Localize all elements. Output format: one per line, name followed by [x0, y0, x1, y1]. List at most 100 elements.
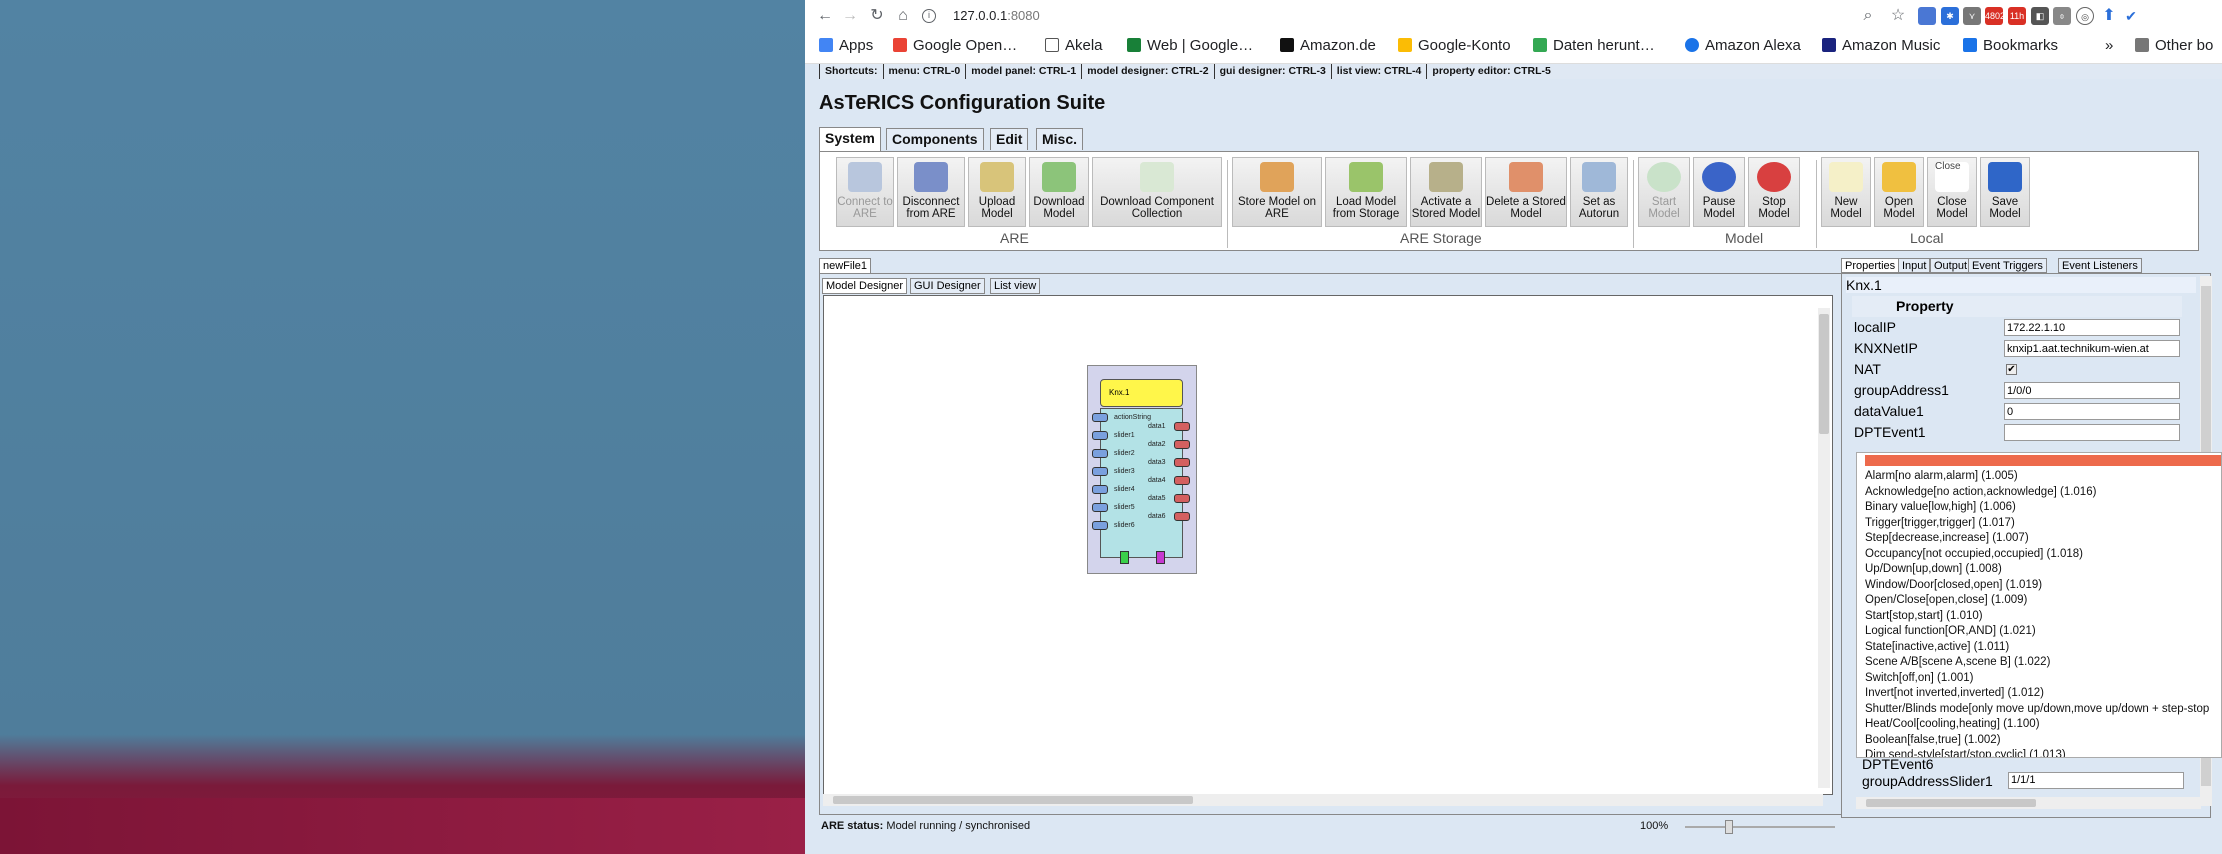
home-icon[interactable]: ⌂: [893, 6, 913, 26]
input-port[interactable]: [1092, 467, 1108, 476]
output-port[interactable]: [1174, 512, 1190, 521]
bookmark-item[interactable]: Amazon.de: [1280, 35, 1376, 57]
tab-event-listeners[interactable]: Event Listeners: [2058, 258, 2142, 273]
connect-button[interactable]: Connect to ARE: [836, 157, 894, 227]
input-port[interactable]: [1092, 413, 1108, 422]
input-port[interactable]: [1092, 503, 1108, 512]
bookmark-item[interactable]: Daten herunt…: [1533, 35, 1655, 57]
dropdown-option[interactable]: Start[stop,start] (1.010): [1865, 609, 2221, 625]
tab-system[interactable]: System: [819, 127, 881, 151]
set-autorun-button[interactable]: Set as Autorun: [1570, 157, 1628, 227]
store-model-button[interactable]: Store Model on ARE: [1232, 157, 1322, 227]
bookmark-item[interactable]: Amazon Alexa: [1685, 35, 1801, 57]
tab-list-view[interactable]: List view: [990, 278, 1041, 294]
load-model-button[interactable]: Load Model from Storage: [1325, 157, 1407, 227]
canvas-vertical-scrollbar[interactable]: [1818, 308, 1830, 788]
output-port[interactable]: [1174, 422, 1190, 431]
dropdown-option[interactable]: Logical function[OR,AND] (1.021): [1865, 624, 2221, 640]
bookmark-folder-other[interactable]: Other bo: [2135, 35, 2213, 57]
nat-checkbox[interactable]: ✔: [2006, 364, 2017, 375]
download-model-button[interactable]: Download Model: [1029, 157, 1089, 227]
event-listener-port-icon[interactable]: [1120, 551, 1129, 564]
tab-output[interactable]: Output: [1930, 258, 1972, 273]
dropdown-option[interactable]: Boolean[false,true] (1.002): [1865, 733, 2221, 749]
close-model-button[interactable]: Close Close Model: [1927, 157, 1977, 227]
dropdown-option[interactable]: Alarm[no alarm,alarm] (1.005): [1865, 469, 2221, 485]
new-model-button[interactable]: New Model: [1821, 157, 1871, 227]
dropdown-option[interactable]: Switch[off,on] (1.001): [1865, 671, 2221, 687]
open-model-button[interactable]: Open Model: [1874, 157, 1924, 227]
component-knx[interactable]: Knx.1 actionString slider1 slider2 slide…: [1087, 365, 1197, 574]
star-icon[interactable]: ☆: [1888, 6, 1908, 26]
property-input[interactable]: 0: [2004, 403, 2180, 420]
disconnect-button[interactable]: Disconnect from ARE: [897, 157, 965, 227]
dropdown-option[interactable]: Shutter/Blinds mode[only move up/down,mo…: [1865, 702, 2221, 718]
bookmarks-overflow-icon[interactable]: »: [2105, 35, 2113, 57]
tab-misc[interactable]: Misc.: [1036, 128, 1084, 150]
extension-icon[interactable]: ⋎: [1963, 7, 1981, 25]
extension-icon[interactable]: ◎: [2076, 7, 2094, 25]
input-port[interactable]: [1092, 485, 1108, 494]
dropdown-option[interactable]: Occupancy[not occupied,occupied] (1.018): [1865, 547, 2221, 563]
zoom-icon[interactable]: ⌕: [1858, 6, 1878, 26]
dropdown-selected-highlight[interactable]: [1865, 455, 2221, 466]
extension-icon[interactable]: ⌽: [2053, 7, 2071, 25]
zoom-slider-track[interactable]: [1685, 826, 1835, 828]
dropdown-option[interactable]: Binary value[low,high] (1.006): [1865, 500, 2221, 516]
save-model-button[interactable]: Save Model: [1980, 157, 2030, 227]
dropdown-option[interactable]: Step[decrease,increase] (1.007): [1865, 531, 2221, 547]
dropdown-option[interactable]: Scene A/B[scene A,scene B] (1.022): [1865, 655, 2221, 671]
extension-icon[interactable]: ✱: [1941, 7, 1959, 25]
extension-icon[interactable]: [1918, 7, 1936, 25]
output-port[interactable]: [1174, 440, 1190, 449]
back-arrow-icon[interactable]: ←: [815, 6, 835, 26]
start-model-button[interactable]: Start Model: [1638, 157, 1690, 227]
output-port[interactable]: [1174, 494, 1190, 503]
canvas-horizontal-scrollbar[interactable]: [823, 794, 1823, 806]
doc-tab-newfile[interactable]: newFile1: [819, 258, 872, 273]
bookmark-item[interactable]: Google-Konto: [1398, 35, 1511, 57]
upload-model-button[interactable]: Upload Model: [968, 157, 1026, 227]
input-port[interactable]: [1092, 449, 1108, 458]
zoom-slider-handle[interactable]: [1725, 820, 1733, 834]
event-trigger-port-icon[interactable]: [1156, 551, 1165, 564]
extension-icon[interactable]: ✔: [2122, 7, 2140, 25]
forward-arrow-icon[interactable]: →: [840, 6, 860, 26]
address-bar[interactable]: 127.0.0.1:8080: [953, 6, 1040, 26]
activate-model-button[interactable]: Activate a Stored Model: [1410, 157, 1482, 227]
model-canvas[interactable]: Knx.1 actionString slider1 slider2 slide…: [823, 295, 1833, 795]
site-info-icon[interactable]: i: [922, 9, 936, 23]
property-input[interactable]: 1/1/1: [2008, 772, 2184, 789]
bookmark-item[interactable]: Bookmarks: [1963, 35, 2058, 57]
dropdown-option[interactable]: Up/Down[up,down] (1.008): [1865, 562, 2221, 578]
gmail-badge-icon[interactable]: 4802: [1985, 7, 2005, 25]
extension-icon[interactable]: ◧: [2031, 7, 2049, 25]
dropdown-option[interactable]: Heat/Cool[cooling,heating] (1.100): [1865, 717, 2221, 733]
properties-horizontal-scrollbar[interactable]: [1856, 797, 2201, 809]
bookmark-item[interactable]: Web | Google…: [1127, 35, 1253, 57]
output-port[interactable]: [1174, 458, 1190, 467]
bookmark-item[interactable]: Amazon Music: [1822, 35, 1940, 57]
bookmark-item[interactable]: Google Open…: [893, 35, 1017, 57]
dpt-dropdown-list[interactable]: Alarm[no alarm,alarm] (1.005) Acknowledg…: [1856, 452, 2222, 758]
pause-model-button[interactable]: Pause Model: [1693, 157, 1745, 227]
extension-icon[interactable]: ⬆: [2100, 7, 2118, 25]
download-collection-button[interactable]: Download Component Collection: [1092, 157, 1222, 227]
dropdown-option[interactable]: Open/Close[open,close] (1.009): [1865, 593, 2221, 609]
property-input[interactable]: 1/0/0: [2004, 382, 2180, 399]
bookmark-item[interactable]: Akela: [1045, 35, 1103, 57]
dropdown-option[interactable]: State[inactive,active] (1.011): [1865, 640, 2221, 656]
tab-gui-designer[interactable]: GUI Designer: [910, 278, 985, 294]
property-input[interactable]: 172.22.1.10: [2004, 319, 2180, 336]
bookmark-apps[interactable]: Apps: [819, 35, 873, 57]
input-port[interactable]: [1092, 521, 1108, 530]
tab-edit[interactable]: Edit: [990, 128, 1029, 150]
stop-model-button[interactable]: Stop Model: [1748, 157, 1800, 227]
output-port[interactable]: [1174, 476, 1190, 485]
dropdown-option[interactable]: Invert[not inverted,inverted] (1.012): [1865, 686, 2221, 702]
dropdown-option[interactable]: Acknowledge[no action,acknowledge] (1.01…: [1865, 485, 2221, 501]
delete-model-button[interactable]: Delete a Stored Model: [1485, 157, 1567, 227]
input-port[interactable]: [1092, 431, 1108, 440]
tab-model-designer[interactable]: Model Designer: [822, 278, 908, 294]
dropdown-option[interactable]: Window/Door[closed,open] (1.019): [1865, 578, 2221, 594]
